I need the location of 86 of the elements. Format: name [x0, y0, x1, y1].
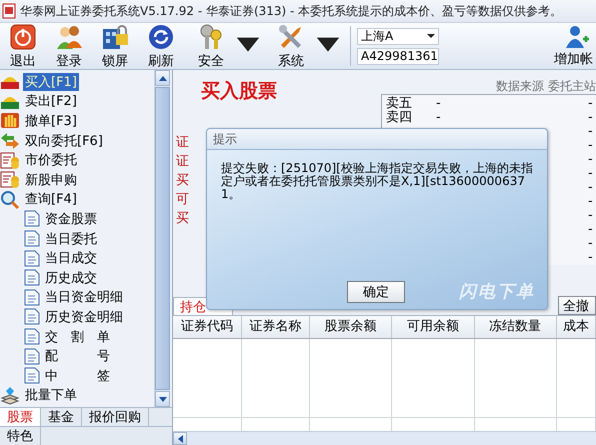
quote-volume: - — [588, 111, 594, 125]
tree-item[interactable]: 配 号 — [0, 346, 154, 366]
coins-icon — [0, 150, 20, 170]
column-header: 证券代码 — [173, 316, 242, 338]
field-label: 买 — [176, 211, 189, 226]
lock-icon — [101, 22, 129, 50]
quote-volume: - — [588, 237, 594, 251]
column-header: 股票余额 — [310, 316, 392, 338]
vertical-scrollbar[interactable] — [154, 70, 170, 407]
tree-item[interactable]: 买入[F1] — [0, 72, 154, 92]
caret-icon — [427, 34, 435, 38]
scroll-down-icon[interactable] — [158, 396, 166, 402]
field-label: 可 — [176, 192, 189, 207]
account-dropdown[interactable]: A429981361 — [357, 48, 439, 64]
toolbar-button[interactable]: 锁屏 — [94, 22, 140, 70]
field-label: 买 — [176, 173, 189, 188]
tree-item[interactable]: 当日成交 — [0, 248, 154, 268]
document-icon — [24, 288, 40, 306]
app-icon — [2, 3, 16, 19]
dialog-title: 提示 — [213, 130, 237, 148]
quote-volume: - — [588, 153, 594, 167]
column-header: 证券名称 — [242, 316, 310, 338]
quote-volume: - — [588, 195, 594, 209]
document-icon — [24, 250, 40, 267]
quote-level: 卖四 — [386, 110, 412, 125]
tree-item[interactable]: 查询[F4] — [0, 190, 154, 210]
batch-icon — [0, 386, 20, 405]
field-label: 证 — [176, 154, 189, 169]
tree-item[interactable]: 批量下单 — [0, 386, 154, 406]
toolbar-button[interactable]: 退出 — [2, 22, 48, 70]
horizontal-scrollbar[interactable] — [173, 431, 596, 445]
category-tab[interactable]: 股票 — [0, 408, 41, 426]
scroll-up-icon[interactable] — [158, 76, 166, 80]
tree-item[interactable]: 当日资金明细 — [0, 288, 154, 308]
document-icon — [24, 328, 40, 346]
column-header: 可用余额 — [392, 316, 475, 338]
document-icon — [24, 210, 40, 228]
tree-item[interactable]: 撤单[F3] — [0, 111, 154, 131]
query-icon — [0, 190, 20, 209]
column-header: 冻结数量 — [474, 316, 557, 338]
quote-price: - — [436, 96, 441, 111]
cancel-all-button[interactable]: 全撤 — [558, 296, 596, 315]
scroll-left-icon[interactable] — [178, 434, 182, 442]
tree-item[interactable]: 当日委托 — [0, 228, 154, 248]
watermark-text: 闪电下单 — [459, 281, 535, 303]
tree-item[interactable]: 历史成交 — [0, 268, 154, 288]
quote-volume: - — [588, 181, 594, 195]
tree-item[interactable]: 资金股票 — [0, 209, 154, 229]
quote-volume: - — [588, 125, 594, 139]
quote-level: 卖五 — [386, 96, 412, 111]
tree-item[interactable]: 双向委托[F6] — [0, 130, 154, 150]
document-icon — [24, 230, 40, 248]
quote-volume: - — [588, 209, 594, 223]
quote-volume: - — [588, 139, 594, 153]
error-message: 提交失败：[251070][校验上海指定交易失败，上海的未指定户或者在委托托管股票类别不是X,1][st136000006371。 — [221, 162, 534, 201]
coins-icon — [0, 170, 20, 190]
column-header: 成本 — [556, 316, 596, 338]
tree-item[interactable]: 历史资金明细 — [0, 307, 154, 327]
document-icon — [24, 367, 40, 384]
document-icon — [24, 269, 40, 286]
form-title: 买入股票 — [201, 79, 278, 104]
tree-item[interactable]: 交 割 单 — [0, 326, 154, 346]
add-account-button[interactable]: 增加帐 — [554, 24, 596, 68]
field-label: 证 — [176, 135, 189, 150]
document-icon — [24, 348, 40, 365]
tree-item[interactable]: 市价委托 — [0, 150, 154, 170]
quote-volume: - — [588, 251, 594, 265]
window-title: 华泰网上证券委托系统V5.17.92 - 华泰证券(313) - 本委托系统提示的成本价、盈亏等数据仅供参考。 — [20, 2, 562, 20]
toolbar-button[interactable]: 登录 — [48, 22, 94, 70]
toolbar-button[interactable]: 安全 — [186, 22, 266, 70]
market-dropdown[interactable]: 上海A — [357, 28, 439, 44]
quote-volume: - — [588, 223, 594, 237]
refresh-icon — [147, 22, 175, 50]
document-icon — [24, 308, 40, 326]
ok-button[interactable]: 确定 — [347, 280, 405, 302]
quote-volume: - — [588, 97, 594, 111]
tree-item[interactable]: 新股申购 — [0, 170, 154, 190]
data-source-label: 数据来源 委托主站 — [495, 78, 596, 94]
tree-item[interactable]: 中 签 — [0, 366, 154, 386]
exit-icon — [9, 22, 37, 50]
quote-volume: - — [588, 167, 594, 181]
toolbar-button[interactable]: 刷新 — [140, 22, 186, 70]
toolbar-button[interactable]: 系统 — [266, 22, 346, 70]
person-plus-icon — [564, 24, 590, 50]
tree-item[interactable]: 卖出[F2] — [0, 92, 154, 112]
quote-price: - — [436, 110, 441, 125]
